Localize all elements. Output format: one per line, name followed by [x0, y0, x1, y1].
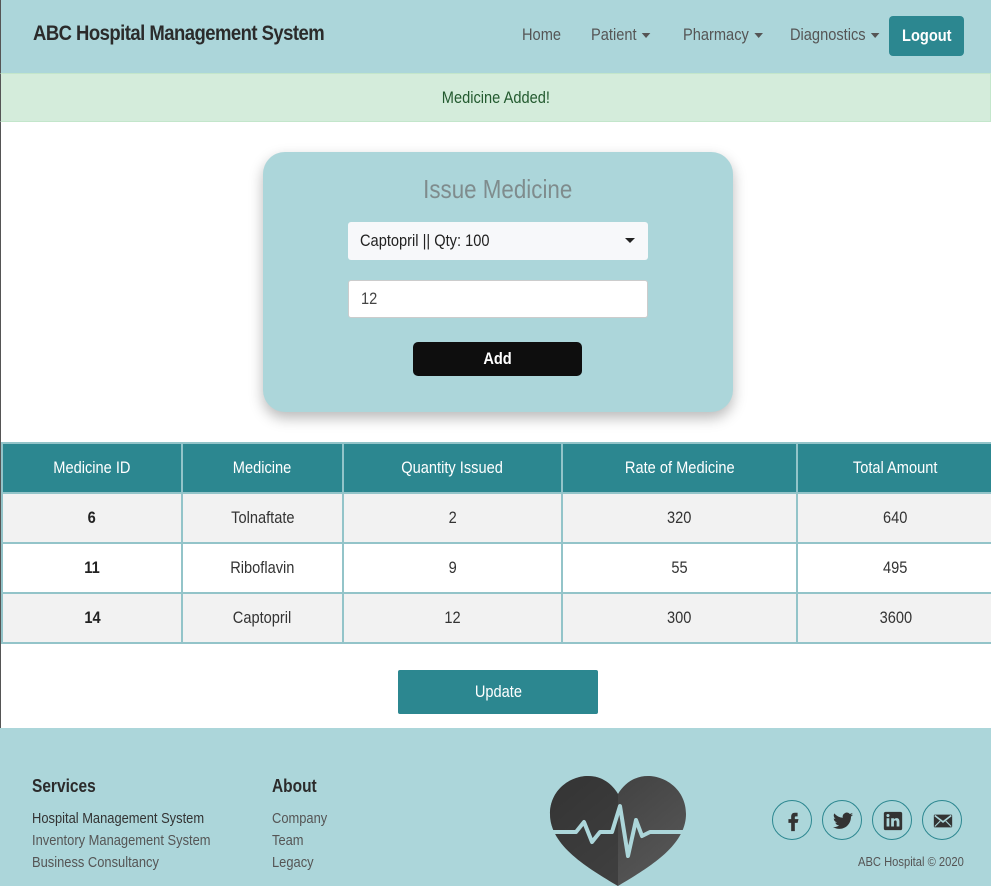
caret-down-icon	[753, 33, 763, 39]
alert-message: Medicine Added!	[441, 88, 550, 107]
logout-button[interactable]: Logout	[889, 16, 964, 56]
header-text: Total Amount	[853, 458, 938, 477]
table-cell: 300	[561, 592, 798, 644]
medicine-select[interactable]: Captopril || Qty: 100	[348, 222, 648, 260]
success-alert: Medicine Added!	[0, 73, 991, 122]
table-cell: Tolnaftate	[181, 492, 344, 544]
nav-patient-dropdown[interactable]: Patient	[591, 25, 651, 45]
header-text: Medicine	[233, 458, 292, 477]
cell-text: 3600	[879, 608, 912, 627]
update-button[interactable]: Update	[398, 670, 598, 714]
nav-pharmacy-dropdown[interactable]: Pharmacy	[683, 25, 763, 45]
about-heading: About	[272, 776, 317, 796]
add-button-label: Add	[483, 349, 512, 368]
logout-label: Logout	[901, 26, 952, 45]
mail-icon[interactable]	[922, 800, 962, 840]
navbar: ABC Hospital Management System Home Pati…	[0, 0, 991, 73]
medicine-select-value: Captopril || Qty: 100	[360, 231, 490, 250]
cell-text: 11	[84, 558, 100, 577]
table-cell: 2	[342, 492, 563, 544]
cell-text: 640	[883, 508, 908, 527]
footer-link-ims[interactable]: Inventory Management System	[32, 832, 211, 849]
column-header: Quantity Issued	[342, 442, 563, 494]
twitter-icon[interactable]	[822, 800, 862, 840]
footer-link-legacy[interactable]: Legacy	[272, 854, 314, 871]
footer-link-team[interactable]: Team	[272, 832, 304, 849]
column-header: Medicine ID	[1, 442, 183, 494]
nav-diagnostics-dropdown[interactable]: Diagnostics	[790, 25, 880, 45]
footer-link-company[interactable]: Company	[272, 810, 327, 827]
nav-pharmacy-label: Pharmacy	[683, 25, 749, 44]
nav-diagnostics-label: Diagnostics	[790, 25, 866, 44]
nav-home-label: Home	[522, 25, 562, 44]
issued-medicines-table: Medicine ID Medicine Quantity Issued Rat…	[1, 442, 991, 644]
table-cell: Captopril	[181, 592, 344, 644]
table-row: 11 Riboflavin 9 55 495	[1, 542, 991, 594]
cell-text: Tolnaftate	[230, 508, 295, 527]
nav-patient-label: Patient	[591, 25, 637, 44]
footer: Services Hospital Management System Inve…	[0, 728, 991, 886]
quantity-input[interactable]: 12	[348, 280, 648, 318]
header-text: Medicine ID	[53, 458, 131, 477]
cell-text: 55	[671, 558, 688, 577]
column-header: Rate of Medicine	[561, 442, 798, 494]
header-text: Quantity Issued	[401, 458, 504, 477]
heart-logo-icon	[548, 776, 688, 886]
table-cell: Riboflavin	[181, 542, 344, 594]
cell-text: 2	[448, 508, 457, 527]
issue-medicine-card: Issue Medicine Captopril || Qty: 100 12 …	[263, 152, 733, 412]
update-button-label: Update	[474, 682, 522, 701]
table-cell: 640	[796, 492, 991, 544]
table-header-row: Medicine ID Medicine Quantity Issued Rat…	[1, 442, 991, 494]
services-heading: Services	[32, 776, 96, 796]
table-row: 14 Captopril 12 300 3600	[1, 592, 991, 644]
table-cell: 320	[561, 492, 798, 544]
table-cell: 9	[342, 542, 563, 594]
nav-home[interactable]: Home	[522, 25, 561, 45]
cell-text: 300	[667, 608, 692, 627]
quantity-input-value: 12	[361, 289, 378, 308]
footer-link-hms[interactable]: Hospital Management System	[32, 810, 204, 827]
table-cell: 3600	[796, 592, 991, 644]
caret-down-icon	[870, 33, 880, 39]
column-header: Total Amount	[796, 442, 991, 494]
table-cell: 12	[342, 592, 563, 644]
brand-title[interactable]: ABC Hospital Management System	[33, 22, 325, 46]
table-cell: 55	[561, 542, 798, 594]
copyright-text: ABC Hospital © 2020	[858, 854, 964, 869]
header-text: Rate of Medicine	[624, 458, 735, 477]
table-cell: 11	[1, 542, 183, 594]
caret-down-icon	[641, 33, 651, 39]
cell-text: 12	[444, 608, 461, 627]
footer-link-consultancy[interactable]: Business Consultancy	[32, 854, 159, 871]
cell-text: Captopril	[233, 608, 292, 627]
column-header: Medicine	[181, 442, 344, 494]
table-cell: 6	[1, 492, 183, 544]
linkedin-icon[interactable]	[872, 800, 912, 840]
cell-text: 9	[448, 558, 457, 577]
cell-text: 14	[83, 608, 101, 627]
cell-text: Riboflavin	[230, 558, 295, 577]
add-button[interactable]: Add	[413, 342, 582, 376]
table-cell: 14	[1, 592, 183, 644]
table-cell: 495	[796, 542, 991, 594]
facebook-icon[interactable]	[772, 800, 812, 840]
card-title: Issue Medicine	[263, 174, 733, 205]
chevron-down-icon	[625, 238, 635, 243]
table-row: 6 Tolnaftate 2 320 640	[1, 492, 991, 544]
card-title-text: Issue Medicine	[423, 174, 573, 204]
cell-text: 495	[883, 558, 908, 577]
cell-text: 6	[87, 508, 97, 527]
cell-text: 320	[667, 508, 692, 527]
